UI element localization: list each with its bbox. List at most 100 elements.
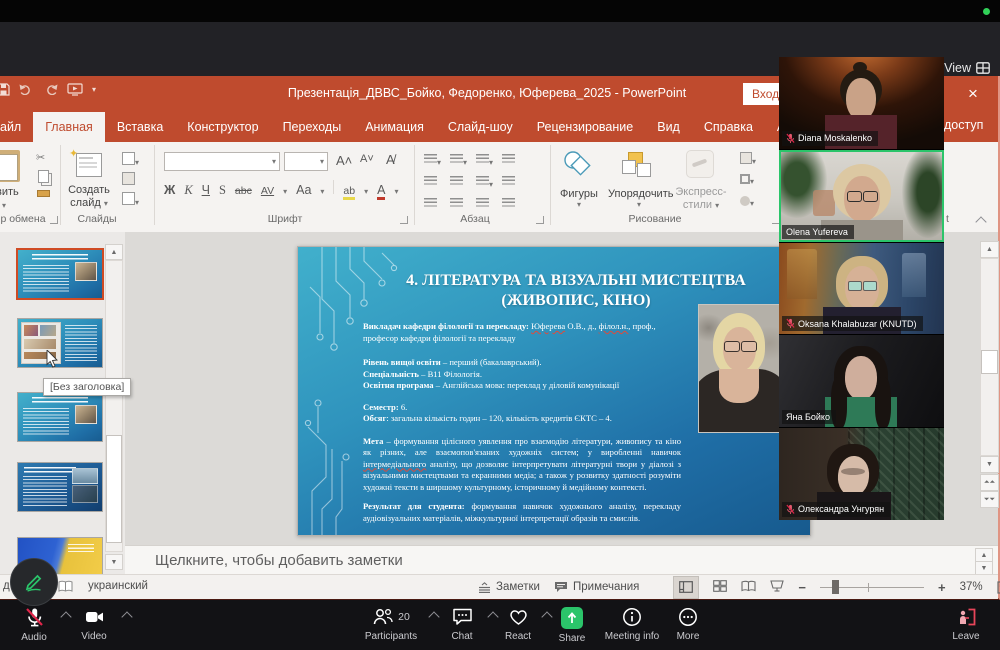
participants-button[interactable]: 20 Participants: [352, 607, 430, 642]
participant-video[interactable]: Oksana Khalabuzar (KNUTD): [779, 243, 944, 335]
video-options-chevron[interactable]: [121, 611, 132, 622]
line-spacing-icon[interactable]: ▾: [476, 154, 502, 168]
zoom-slider-thumb[interactable]: [832, 580, 839, 594]
thumbnail-slide[interactable]: [17, 392, 103, 442]
tab-file[interactable]: айл: [0, 112, 33, 142]
paste-button-label[interactable]: вить: [0, 186, 19, 198]
tab-help[interactable]: Справка: [692, 112, 765, 142]
participant-video[interactable]: Яна Бойко: [779, 335, 944, 427]
arrange-button[interactable]: Упорядочить▾: [608, 188, 670, 209]
quick-styles-icon[interactable]: [686, 150, 714, 178]
new-slide-button[interactable]: Создать слайд ▾: [60, 184, 118, 210]
chat-button[interactable]: Chat: [440, 607, 484, 642]
audio-button[interactable]: Audio: [10, 607, 58, 643]
bullets-icon[interactable]: ▾: [424, 154, 450, 168]
align-text-icon[interactable]: [502, 176, 528, 190]
numbering-icon[interactable]: ▾: [450, 154, 476, 168]
previous-slide-button[interactable]: ⏶⏶: [980, 474, 999, 491]
thumbnail-slide-hovered[interactable]: [17, 318, 103, 368]
tab-insert[interactable]: Вставка: [105, 112, 175, 142]
thumbnails-scrollbar-thumb[interactable]: [106, 435, 122, 543]
paste-dropdown-icon[interactable]: ▾: [2, 199, 6, 211]
view-button[interactable]: View: [944, 61, 990, 75]
undo-icon[interactable]: [19, 84, 34, 95]
start-slideshow-icon[interactable]: [67, 83, 83, 96]
decrease-indent-icon[interactable]: [424, 176, 450, 190]
tab-animations[interactable]: Анимация: [353, 112, 436, 142]
fit-slide-to-window-icon[interactable]: [997, 581, 1000, 594]
participants-options-chevron[interactable]: [428, 611, 439, 622]
strikethrough-button[interactable]: abc: [235, 185, 252, 197]
zoom-slider[interactable]: [820, 579, 924, 595]
highlight-color-button[interactable]: ab: [343, 185, 355, 200]
zoom-in-button[interactable]: +: [938, 580, 946, 595]
arrange-icon[interactable]: [620, 150, 652, 180]
canvas-scroll-up-button[interactable]: ▲: [980, 241, 999, 258]
thumbnails-scroll-up-button[interactable]: ▲: [105, 244, 123, 260]
thumbnail-slide-current[interactable]: [16, 248, 104, 300]
bold-button[interactable]: Ж: [164, 183, 175, 197]
quick-styles-button[interactable]: Экспресс- стили ▾: [674, 186, 728, 212]
font-size-combobox[interactable]: ▾: [284, 152, 328, 171]
clear-formatting-icon[interactable]: A̸: [386, 152, 395, 167]
italic-button[interactable]: К: [184, 183, 192, 198]
tab-review[interactable]: Рецензирование: [525, 112, 646, 142]
underline-button[interactable]: Ч: [202, 183, 210, 197]
react-button[interactable]: React: [496, 607, 540, 642]
canvas-scrollbar-thumb[interactable]: [981, 350, 998, 374]
next-slide-button[interactable]: ⏷⏷: [980, 491, 999, 508]
columns-icon[interactable]: ▾: [476, 176, 502, 190]
cut-icon[interactable]: ✂: [36, 151, 45, 164]
paragraph-dialog-launcher[interactable]: [536, 216, 544, 224]
slide-layout-icon[interactable]: ▾: [122, 152, 139, 168]
text-direction-icon[interactable]: [502, 154, 528, 168]
participant-video-active-speaker[interactable]: Olena Yufereva: [779, 150, 944, 242]
leave-button[interactable]: Leave: [942, 607, 990, 642]
shapes-icon[interactable]: [560, 150, 596, 180]
align-left-icon[interactable]: [424, 198, 450, 212]
reading-view-button[interactable]: [741, 580, 756, 595]
share-button-fragment[interactable]: доступ: [944, 118, 983, 132]
tab-design[interactable]: Конструктор: [175, 112, 270, 142]
font-name-combobox[interactable]: ▾: [164, 152, 280, 171]
zoom-out-button[interactable]: −: [798, 580, 806, 595]
case-dropdown-icon[interactable]: ▾: [320, 187, 324, 196]
annotate-tool-button[interactable]: [10, 558, 58, 606]
notes-placeholder[interactable]: Щелкните, чтобы добавить заметки: [155, 552, 403, 569]
spell-check-icon[interactable]: [58, 580, 73, 593]
shape-outline-icon[interactable]: ▾: [740, 174, 754, 187]
qat-customize-dropdown-icon[interactable]: ▾: [92, 85, 96, 94]
shape-fill-icon[interactable]: ▾: [740, 152, 756, 167]
character-spacing-button[interactable]: AV: [261, 185, 274, 197]
tab-slideshow[interactable]: Слайд-шоу: [436, 112, 525, 142]
canvas-scroll-down-button[interactable]: ▼: [980, 456, 999, 473]
change-case-button[interactable]: Aa: [296, 183, 311, 197]
reset-slide-icon[interactable]: [122, 172, 135, 188]
slide[interactable]: 4. ЛІТЕРАТУРА ТА ВІЗУАЛЬНІ МИСТЕЦТВА (ЖИ…: [297, 246, 811, 536]
notes-pane[interactable]: Щелкните, чтобы добавить заметки ▲ ▼: [125, 545, 998, 575]
meeting-info-button[interactable]: Meeting info: [600, 607, 664, 642]
tab-home[interactable]: Главная: [33, 112, 105, 142]
font-dialog-launcher[interactable]: [400, 216, 408, 224]
save-icon[interactable]: [0, 83, 10, 96]
collapse-ribbon-icon[interactable]: [975, 216, 986, 227]
increase-indent-icon[interactable]: [450, 176, 476, 190]
participant-video[interactable]: Diana Moskalenko: [779, 57, 944, 149]
more-button[interactable]: More: [666, 607, 710, 642]
zoom-level[interactable]: 37%: [960, 581, 983, 593]
justify-icon[interactable]: [502, 198, 528, 212]
section-icon[interactable]: ▾: [122, 192, 139, 208]
language-indicator[interactable]: украинский: [88, 580, 148, 592]
spacing-dropdown-icon[interactable]: ▾: [283, 187, 287, 196]
notes-scroll-down-button[interactable]: ▼: [975, 561, 993, 575]
close-window-button[interactable]: ×: [948, 76, 998, 112]
comments-toggle-button[interactable]: Примечания: [554, 581, 639, 593]
shapes-button[interactable]: Фигуры▾: [552, 188, 606, 209]
align-center-icon[interactable]: [450, 198, 476, 212]
thumbnails-scroll-down-button[interactable]: ▼: [105, 554, 123, 570]
participant-video[interactable]: Олександра Унгурян: [779, 428, 944, 520]
font-color-button[interactable]: А: [377, 183, 385, 200]
share-button[interactable]: Share: [550, 607, 594, 644]
clipboard-dialog-launcher[interactable]: [50, 216, 58, 224]
video-button[interactable]: Video: [70, 607, 118, 642]
